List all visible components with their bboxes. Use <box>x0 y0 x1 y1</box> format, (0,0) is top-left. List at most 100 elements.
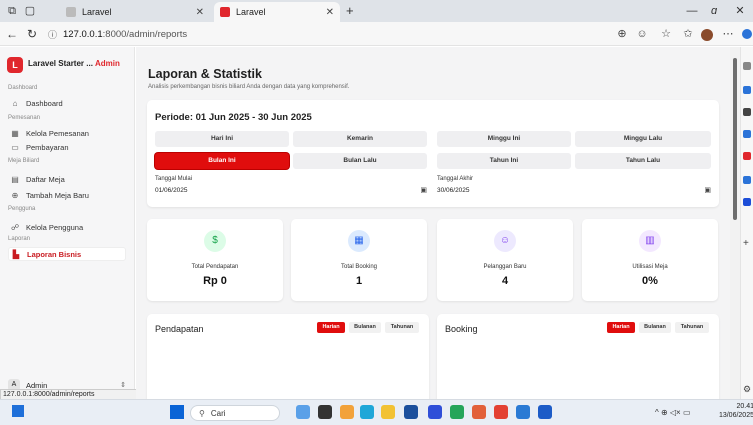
widgets-icon[interactable] <box>12 405 24 417</box>
app-icon-6[interactable] <box>404 405 418 419</box>
edge-icon[interactable] <box>360 405 374 419</box>
whatsapp-icon[interactable] <box>450 405 464 419</box>
stat-value: 0% <box>642 275 658 287</box>
office-icon[interactable] <box>743 152 751 160</box>
section-label-pemesanan: Pemesanan <box>8 115 41 121</box>
sidebar-item-kelola-pemesanan[interactable]: ▦ Kelola Pemesanan <box>8 126 126 140</box>
period-button-hari-ini[interactable]: Hari Ini <box>155 131 289 147</box>
close-tab-icon[interactable]: ✕ <box>326 7 334 18</box>
section-label-laporan: Laporan <box>8 236 31 242</box>
app-icon-9[interactable] <box>472 405 486 419</box>
calendar-icon: ▦ <box>348 230 370 252</box>
url-field[interactable]: ⓘ 127.0.0.1:8000/admin/reports <box>48 26 614 42</box>
role-badge: Admin <box>95 59 120 68</box>
close-window-icon[interactable]: ✕ <box>732 3 748 19</box>
vscode-icon[interactable] <box>516 405 530 419</box>
shopping-icon[interactable] <box>743 86 751 94</box>
browser-tab-1[interactable]: Laravel ✕ <box>60 2 210 22</box>
sidebar-item-kelola-pengguna[interactable]: ☍ Kelola Pengguna <box>8 220 126 234</box>
zoom-icon[interactable]: ⊕ <box>614 26 630 42</box>
sidebar-item-dashboard[interactable]: ⌂ Dashboard <box>8 96 126 110</box>
period-button-kemarin[interactable]: Kemarin <box>293 131 427 147</box>
reload-icon[interactable]: ↻ <box>24 26 40 42</box>
settings-gear-icon[interactable]: ⚙ <box>743 384 751 395</box>
more-menu-icon[interactable]: ⋯ <box>720 26 736 42</box>
sidebar-item-pembayaran[interactable]: ▭ Pembayaran <box>8 140 126 154</box>
back-icon[interactable]: ← <box>4 26 20 42</box>
outlook-icon[interactable] <box>743 176 751 184</box>
new-tab-button[interactable]: + <box>346 3 354 18</box>
period-button-minggu-ini[interactable]: Minggu Ini <box>437 131 571 147</box>
stat-label: Pelanggan Baru <box>483 264 527 270</box>
sidebar-app-icon[interactable] <box>743 198 751 206</box>
tab-title: Laravel <box>236 7 266 17</box>
copilot-icon[interactable] <box>742 29 752 39</box>
clock-time: 20.41 <box>736 403 753 410</box>
period-card: Periode: 01 Jun 2025 - 30 Jun 2025 Hari … <box>147 100 719 207</box>
tab-favicon-icon <box>220 7 230 17</box>
chrome-icon[interactable] <box>494 405 508 419</box>
end-date-label: Tanggal Akhir <box>437 176 474 182</box>
period-button-tahun-ini[interactable]: Tahun Ini <box>437 153 571 169</box>
calendar-icon: ▦ <box>11 128 19 138</box>
sidebar-item-label: Tambah Meja Baru <box>26 190 89 200</box>
info-icon[interactable]: ⓘ <box>48 28 57 41</box>
taskbar <box>0 399 753 425</box>
segment-tahunan[interactable]: Tahunan <box>675 322 709 333</box>
app-icon-3[interactable] <box>340 405 354 419</box>
profile-avatar[interactable] <box>701 29 713 41</box>
start-menu-icon[interactable] <box>170 405 184 419</box>
app-icon-1[interactable] <box>296 405 310 419</box>
calendar-icon[interactable]: ▣ <box>704 186 711 194</box>
favorites-icon[interactable]: ✩ <box>680 26 696 42</box>
brand-name[interactable]: Laravel Starter ... <box>28 59 93 68</box>
stat-card-total-booking: ▦ Total Booking 1 <box>291 219 427 301</box>
main-content: Laporan & Statistik Analisis perkembanga… <box>136 47 730 399</box>
workspaces-icon[interactable]: ⧉ <box>4 3 20 19</box>
restore-icon[interactable]: ɑ <box>706 3 722 19</box>
sidebar-item-label: Laporan Bisnis <box>27 249 82 259</box>
section-label-meja: Meja Biliard <box>8 158 40 164</box>
close-tab-icon[interactable]: ✕ <box>196 7 204 18</box>
segment-bulanan[interactable]: Bulanan <box>639 322 671 333</box>
tab-title: Laravel <box>82 7 112 17</box>
calendar-icon[interactable]: ▣ <box>420 186 427 194</box>
dollar-icon: $ <box>204 230 226 252</box>
stat-value: 4 <box>501 275 509 287</box>
tab-actions-icon[interactable]: ▢ <box>22 3 38 19</box>
sidebar-item-tambah-meja[interactable]: ⊕ Tambah Meja Baru <box>8 188 126 202</box>
tools-icon[interactable] <box>743 108 751 116</box>
sidebar: L Laravel Starter ... Admin Dashboard ⌂ D… <box>0 47 135 399</box>
stat-card-utilisasi-meja: ▥ Utilisasi Meja 0% <box>582 219 718 301</box>
app-icon-7[interactable] <box>428 405 442 419</box>
stat-card-total-pendapatan: $ Total Pendapatan Rp 0 <box>147 219 283 301</box>
browser-tab-2[interactable]: Laravel ✕ <box>214 2 340 22</box>
period-button-tahun-lalu[interactable]: Tahun Lalu <box>575 153 711 169</box>
period-button-bulan-ini[interactable]: Bulan Ini <box>155 153 289 169</box>
start-date-input[interactable]: 01/06/2025 ▣ <box>155 184 427 196</box>
minimize-icon[interactable]: — <box>684 3 700 19</box>
taskbar-search[interactable]: ⚲ Cari <box>190 405 280 421</box>
taskbar-clock[interactable]: 20.41 13/06/2025 <box>714 402 753 420</box>
word-icon[interactable] <box>538 405 552 419</box>
add-icon[interactable]: + <box>743 238 749 249</box>
search-icon[interactable] <box>743 62 751 70</box>
end-date-input[interactable]: 30/06/2025 ▣ <box>437 184 711 196</box>
segment-harian[interactable]: Harian <box>607 322 635 333</box>
period-button-bulan-lalu[interactable]: Bulan Lalu <box>293 153 427 169</box>
favorite-star-icon[interactable]: ☆ <box>658 26 674 42</box>
scrollbar-thumb[interactable] <box>733 58 737 220</box>
file-explorer-icon[interactable] <box>381 405 395 419</box>
segment-bulanan[interactable]: Bulanan <box>349 322 381 333</box>
segment-harian[interactable]: Harian <box>317 322 345 333</box>
games-icon[interactable] <box>743 130 751 138</box>
system-tray[interactable]: ^ ⊕ ◁× ▭ <box>655 408 691 417</box>
read-mode-icon[interactable]: ☺ <box>634 26 650 42</box>
users-icon: ☍ <box>10 222 20 232</box>
credit-card-icon: ▭ <box>11 142 19 152</box>
app-icon-2[interactable] <box>318 405 332 419</box>
sidebar-item-laporan-bisnis[interactable]: ▙ Laporan Bisnis <box>8 247 126 261</box>
period-button-minggu-lalu[interactable]: Minggu Lalu <box>575 131 711 147</box>
segment-tahunan[interactable]: Tahunan <box>385 322 419 333</box>
sidebar-item-daftar-meja[interactable]: ▤ Daftar Meja <box>8 172 126 186</box>
